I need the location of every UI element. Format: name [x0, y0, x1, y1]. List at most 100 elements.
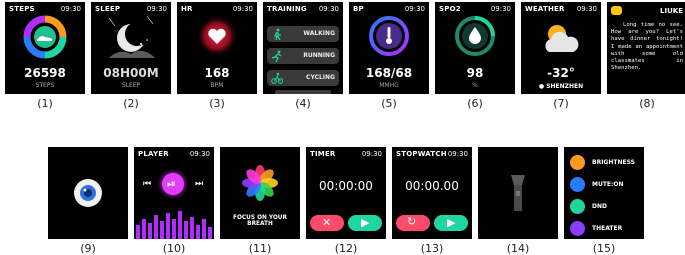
training-item-cycling[interactable]: CYCLING [267, 70, 339, 86]
moon-icon [570, 199, 585, 214]
equalizer-icon [136, 211, 212, 239]
sleep-value: 08H00M [103, 66, 159, 80]
caption-15: (15) [592, 242, 616, 255]
training-item-running[interactable]: RUNNING [267, 48, 339, 64]
sleep-unit: SLEEP [121, 82, 141, 89]
caption-10: (10) [162, 242, 186, 255]
moon-icon [108, 15, 155, 58]
phone-icon [570, 177, 585, 192]
start-button[interactable]: ▶ [434, 215, 468, 231]
walking-icon [273, 28, 281, 40]
caption-3: (3) [209, 97, 225, 110]
clock: 09:30 [146, 5, 167, 13]
sleep-screen[interactable]: SLEEP 09:30 08H00M SLEEP [91, 2, 171, 94]
bp-unit: MMHG [379, 82, 399, 89]
bp-value: 168/68 [365, 66, 413, 80]
screen-title: PLAYER [138, 150, 169, 158]
hr-unit: BPM [210, 82, 224, 89]
running-icon [271, 50, 282, 62]
play-pause-icon: ⏯ [167, 177, 176, 190]
caption-2: (2) [123, 97, 139, 110]
oxygen-drop-icon [455, 16, 495, 56]
clock: 09:30 [490, 5, 511, 13]
message-screen[interactable]: LIUKE Long time no see. How are you? Let… [607, 2, 685, 94]
training-screen[interactable]: TRAINING 09:30 WALKING RUNNING CYCLING [263, 2, 343, 94]
blood-pressure-screen[interactable]: BP 09:30 168/68 MMHG [349, 2, 429, 94]
timer-screen[interactable]: TIMER 09:30 00:00:00 ✕ ▶ [306, 147, 386, 239]
clock: 09:30 [232, 5, 253, 13]
steps-screen[interactable]: STEPS 09:30 26598 STEPS [5, 2, 85, 94]
timer-value: 00:00:00 [319, 179, 373, 193]
flashlight-screen[interactable] [478, 147, 558, 239]
screen-title: WEATHER [525, 5, 565, 13]
clock: 09:30 [318, 5, 339, 13]
breathe-screen[interactable]: FOCUS ON YOUR BREATH [220, 147, 300, 239]
message-body: Long time no see. How are you? Let's hav… [611, 22, 683, 72]
next-track-icon[interactable]: ⏭ [195, 179, 203, 189]
steps-unit: STEPS [35, 82, 55, 89]
clock: 09:30 [404, 5, 425, 13]
steps-value: 26598 [24, 66, 66, 80]
caption-6: (6) [467, 97, 483, 110]
clock: 09:30 [576, 5, 597, 13]
caption-13: (13) [420, 242, 444, 255]
activity-ring-icon [23, 15, 67, 59]
settings-item-brightness[interactable]: BRIGHTNESS [570, 155, 642, 171]
caption-8: (8) [639, 97, 655, 110]
clock: 09:30 [361, 150, 382, 158]
quick-settings-screen[interactable]: BRIGHTNESS MUTE:ON DND THEATER [564, 147, 644, 239]
cancel-button[interactable]: ✕ [310, 215, 344, 231]
training-item-label: CYCLING [306, 74, 335, 81]
caption-9: (9) [80, 242, 96, 255]
settings-item-label: BRIGHTNESS [592, 159, 635, 166]
caption-5: (5) [381, 97, 397, 110]
screen-title: STOPWATCH [396, 150, 447, 158]
caption-12: (12) [334, 242, 358, 255]
player-screen[interactable]: PLAYER 09:30 ⏮ ⏯ ⏭ [134, 147, 214, 239]
message-app-icon [611, 6, 622, 15]
flower-icon [242, 165, 278, 201]
reset-button[interactable]: ↻ [396, 215, 430, 231]
cycling-icon [271, 72, 283, 84]
thermometer-ring-icon [369, 16, 409, 56]
screen-title: SLEEP [95, 5, 121, 13]
heart-rate-screen[interactable]: HR 09:30 168 BPM [177, 2, 257, 94]
camera-screen[interactable] [48, 147, 128, 239]
location-pin-icon: ● [538, 83, 545, 90]
clock: 09:30 [189, 150, 210, 158]
stopwatch-value: 00:00.00 [405, 179, 459, 193]
partly-cloudy-icon [545, 25, 579, 52]
reset-icon: ↻ [407, 215, 417, 228]
settings-item-mute[interactable]: MUTE:ON [570, 177, 642, 193]
previous-track-icon[interactable]: ⏮ [143, 179, 151, 189]
weather-screen[interactable]: WEATHER 09:30 -32° ● SHENZHEN [521, 2, 601, 94]
settings-item-theater[interactable]: THEATER [570, 221, 642, 237]
play-icon: ▶ [361, 216, 370, 229]
screen-title: TIMER [310, 150, 336, 158]
settings-item-label: MUTE:ON [592, 181, 624, 188]
screen-title: SPO2 [439, 5, 461, 13]
training-item-label: WALKING [303, 30, 335, 37]
caption-7: (7) [553, 97, 569, 110]
start-button[interactable]: ▶ [348, 215, 382, 231]
screen-title: TRAINING [267, 5, 307, 13]
scroll-indicator [275, 90, 331, 94]
theater-icon [570, 221, 585, 236]
spo2-unit: % [472, 82, 478, 89]
location-label: ● SHENZHEN [521, 83, 601, 90]
screen-title: BP [353, 5, 364, 13]
camera-icon[interactable] [72, 177, 104, 209]
clock: 09:30 [447, 150, 468, 158]
clock: 09:30 [60, 5, 81, 13]
training-item-walking[interactable]: WALKING [267, 26, 339, 42]
settings-item-dnd[interactable]: DND [570, 199, 642, 215]
settings-item-label: DND [592, 203, 607, 210]
caption-1: (1) [37, 97, 53, 110]
spo2-value: 98 [466, 66, 484, 80]
stopwatch-screen[interactable]: STOPWATCH 09:30 00:00.00 ↻ ▶ [392, 147, 472, 239]
location-name: SHENZHEN [546, 83, 584, 90]
spo2-screen[interactable]: SPO2 09:30 98 % [435, 2, 515, 94]
play-pause-button[interactable]: ⏯ [162, 173, 184, 195]
flashlight-icon[interactable] [510, 173, 526, 213]
heart-icon [196, 15, 238, 57]
